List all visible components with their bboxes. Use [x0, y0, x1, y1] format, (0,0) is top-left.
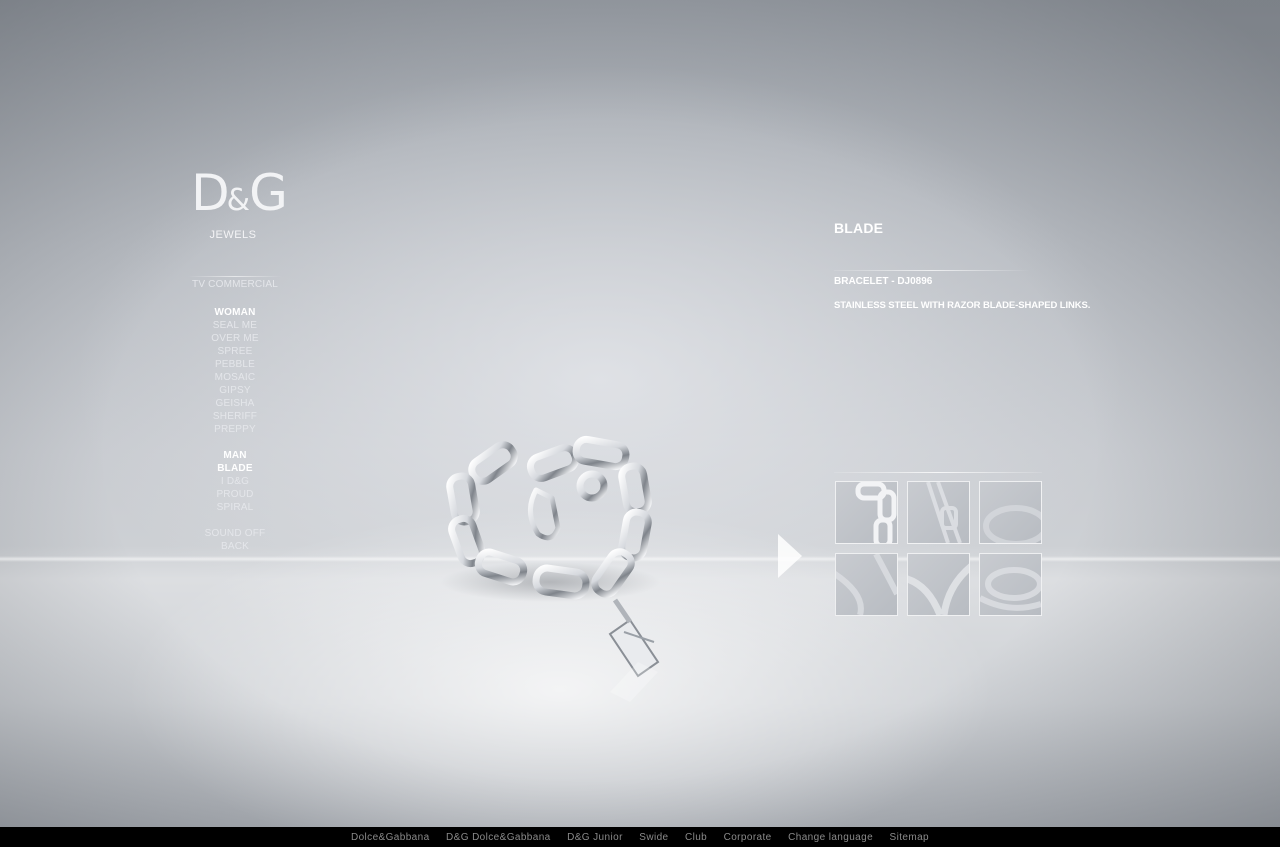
footer-bar: Dolce&Gabbana D&G Dolce&Gabbana D&G Juni…: [0, 827, 1280, 847]
thumbnail-4[interactable]: [835, 553, 898, 616]
logo-amp: &: [226, 183, 250, 218]
nav-item-i-dg[interactable]: I D&G: [176, 475, 294, 488]
thumbnail-5[interactable]: [907, 553, 970, 616]
nav-item-blade[interactable]: BLADE: [176, 462, 294, 475]
thumbnail-6-image: [980, 567, 1041, 611]
logo-mark: D&G: [183, 168, 293, 226]
nav-item-seal-me[interactable]: SEAL ME: [176, 319, 294, 332]
thumbnail-1-image: [855, 482, 897, 543]
sound-off-toggle[interactable]: SOUND OFF: [176, 527, 294, 540]
razor-blade-charm: [608, 598, 660, 678]
back-link[interactable]: BACK: [176, 540, 294, 553]
thumbnail-5-image: [908, 563, 969, 615]
nav-tv-commercial[interactable]: TV COMMERCIAL: [176, 278, 294, 291]
footer-link-change-language[interactable]: Change language: [788, 831, 873, 844]
info-divider: [834, 270, 1030, 271]
footer-link-sitemap[interactable]: Sitemap: [890, 831, 930, 844]
nav-item-geisha[interactable]: GEISHA: [176, 397, 294, 410]
nav-divider: [188, 276, 282, 277]
collection-nav: TV COMMERCIAL WOMAN SEAL ME OVER ME SPRE…: [176, 276, 294, 553]
thumbnail-2-image: [926, 482, 962, 543]
nav-item-pebble[interactable]: PEBBLE: [176, 358, 294, 371]
footer-link-club[interactable]: Club: [685, 831, 707, 844]
nav-item-spree[interactable]: SPREE: [176, 345, 294, 358]
product-description: STAINLESS STEEL WITH RAZOR BLADE-SHAPED …: [834, 300, 1091, 311]
nav-item-sheriff[interactable]: SHERIFF: [176, 410, 294, 423]
thumbnail-1[interactable]: [835, 481, 898, 544]
thumbnail-3[interactable]: [979, 481, 1042, 544]
nav-heading-man[interactable]: MAN: [176, 449, 294, 462]
thumbnail-6[interactable]: [979, 553, 1042, 616]
nav-item-proud[interactable]: PROUD: [176, 488, 294, 501]
thumbnail-4-image: [836, 554, 897, 615]
product-code: BRACELET - DJ0896: [834, 276, 933, 287]
footer-link-dg-junior[interactable]: D&G Junior: [567, 831, 623, 844]
logo-subtitle: JEWELS: [209, 229, 257, 241]
thumbnail-2[interactable]: [907, 481, 970, 544]
footer-link-corporate[interactable]: Corporate: [724, 831, 772, 844]
footer-link-dg-dolce-gabbana[interactable]: D&G Dolce&Gabbana: [446, 831, 551, 844]
thumbnail-divider: [834, 472, 1042, 473]
nav-item-over-me[interactable]: OVER ME: [176, 332, 294, 345]
nav-item-spiral[interactable]: SPIRAL: [176, 501, 294, 514]
nav-item-gipsy[interactable]: GIPSY: [176, 384, 294, 397]
logo-d: D: [191, 164, 229, 222]
footer-link-dolce-gabbana[interactable]: Dolce&Gabbana: [351, 831, 430, 844]
logo-g: G: [249, 164, 288, 222]
nav-item-mosaic[interactable]: MOSAIC: [176, 371, 294, 384]
product-info: BLADE BRACELET - DJ0896 STAINLESS STEEL …: [834, 220, 1094, 311]
nav-item-preppy[interactable]: PREPPY: [176, 423, 294, 436]
stage-background: D&G JEWELS TV COMMERCIAL WOMAN SEAL ME O…: [0, 0, 1280, 827]
footer-link-swide[interactable]: Swide: [639, 831, 668, 844]
bracelet-image: [440, 435, 660, 702]
nav-heading-woman[interactable]: WOMAN: [176, 306, 294, 319]
brand-logo[interactable]: D&G JEWELS: [183, 168, 293, 241]
collection-title: BLADE: [834, 220, 884, 236]
thumbnail-3-image: [983, 505, 1041, 543]
play-arrow-icon[interactable]: [776, 533, 804, 579]
